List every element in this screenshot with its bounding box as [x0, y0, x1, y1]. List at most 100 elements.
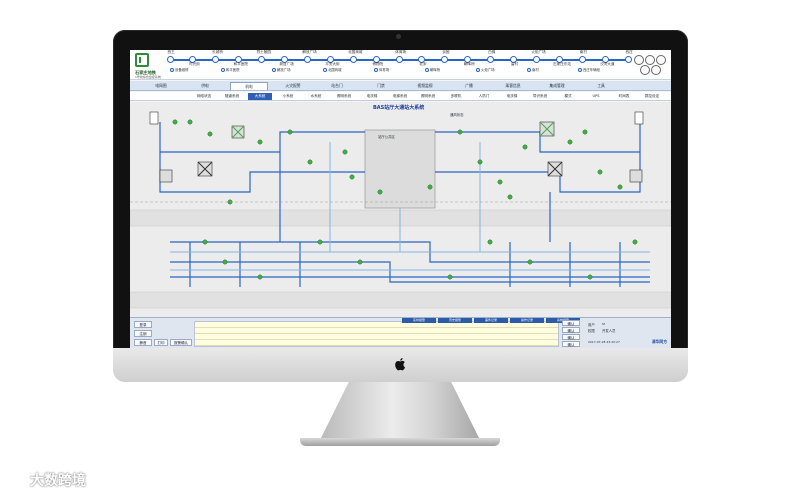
- station-marker[interactable]: [303, 56, 311, 63]
- valve-status-icon[interactable]: [567, 139, 573, 145]
- damper-icon[interactable]: [149, 111, 159, 125]
- nav-tab[interactable]: 乘客信息: [494, 82, 532, 90]
- row-confirm-button[interactable]: 确认: [562, 334, 580, 340]
- station-marker[interactable]: [258, 56, 266, 63]
- damper-icon[interactable]: [634, 111, 644, 125]
- subnav-tab[interactable]: 电扶梯: [500, 93, 524, 100]
- row-confirm-button[interactable]: 确认: [562, 320, 580, 326]
- top-bar: 石家庄地铁 1号线综合监控系统 西王 时光街 长城桥 和平医院 烈士陵园 新百广场 解放广场…: [130, 50, 671, 80]
- valve-status-icon[interactable]: [287, 129, 293, 135]
- legend-item: 西庄车辆段: [578, 67, 600, 72]
- valve-status-icon[interactable]: [527, 259, 533, 265]
- station-marker[interactable]: [349, 56, 357, 63]
- user-icon[interactable]: [640, 65, 650, 75]
- valve-status-icon[interactable]: [202, 239, 208, 245]
- valve-status-icon[interactable]: [172, 119, 178, 125]
- valve-status-icon[interactable]: [582, 129, 588, 135]
- fan-unit-icon[interactable]: [159, 169, 173, 183]
- alarm-tab[interactable]: 事件记录: [474, 318, 508, 323]
- nav-tab[interactable]: 机电: [230, 82, 268, 90]
- table-row[interactable]: [195, 340, 558, 346]
- subnav-tab[interactable]: 电梯系统: [388, 93, 412, 100]
- valve-status-icon[interactable]: [632, 239, 638, 245]
- valve-status-icon[interactable]: [257, 274, 263, 280]
- user-icon[interactable]: [656, 55, 666, 65]
- subnav-tab[interactable]: 时间表: [612, 93, 636, 100]
- alarm-tab[interactable]: 历史报警: [438, 318, 472, 323]
- nav-tab[interactable]: 集成管理: [538, 82, 576, 90]
- nav-tab[interactable]: 供电: [186, 82, 224, 90]
- station-marker[interactable]: [578, 56, 586, 63]
- subnav-tab[interactable]: 多联机: [444, 93, 468, 100]
- valve-status-icon[interactable]: [447, 274, 453, 280]
- subnav-tab[interactable]: 小系统: [276, 93, 300, 100]
- station-marker[interactable]: [624, 56, 632, 63]
- valve-status-icon[interactable]: [222, 259, 228, 265]
- nav-tab[interactable]: 站台门: [318, 82, 356, 90]
- nav-tab[interactable]: 视频监视: [406, 82, 444, 90]
- duct-band: [130, 291, 671, 309]
- valve-status-icon[interactable]: [477, 159, 483, 165]
- valve-status-icon[interactable]: [617, 184, 623, 190]
- valve-status-icon[interactable]: [457, 129, 463, 135]
- valve-status-icon[interactable]: [597, 169, 603, 175]
- subnav-tab[interactable]: 模式: [556, 93, 580, 100]
- login-button[interactable]: 登录: [134, 321, 152, 328]
- valve-status-icon[interactable]: [257, 139, 263, 145]
- valve-status-icon[interactable]: [507, 194, 513, 200]
- subnav-tab[interactable]: 人防门: [472, 93, 496, 100]
- subnav-tab[interactable]: 隧道系统: [220, 93, 244, 100]
- user-icon[interactable]: [645, 55, 655, 65]
- subnav-tab[interactable]: 网络状态: [192, 93, 216, 100]
- valve-status-icon[interactable]: [427, 184, 433, 190]
- station-marker[interactable]: [166, 56, 174, 63]
- nav-tab[interactable]: 门禁: [362, 82, 400, 90]
- user-icon[interactable]: [651, 65, 661, 75]
- station-marker[interactable]: [532, 56, 540, 63]
- valve-status-icon[interactable]: [307, 159, 313, 165]
- valve-status-icon[interactable]: [342, 149, 348, 155]
- alarm-tab[interactable]: 操作记录: [510, 318, 544, 323]
- valve-status-icon[interactable]: [377, 189, 383, 195]
- subnav-tab[interactable]: 大系统: [248, 93, 272, 100]
- alarm-tab[interactable]: 实时报警: [402, 318, 436, 323]
- nav-tab[interactable]: 电网图: [142, 82, 180, 90]
- row-confirm-button[interactable]: 确认: [562, 341, 580, 347]
- alarm-confirm-button[interactable]: 报警确认: [170, 339, 192, 346]
- row-confirm-button[interactable]: 确认: [562, 327, 580, 333]
- user-icon[interactable]: [634, 55, 644, 65]
- valve-status-icon[interactable]: [207, 131, 213, 137]
- subnav-tab[interactable]: UPS: [584, 93, 608, 100]
- valve-status-icon[interactable]: [349, 174, 355, 180]
- station-name: 西王: [167, 50, 175, 54]
- valve-status-icon[interactable]: [187, 119, 193, 125]
- station-marker[interactable]: [441, 56, 449, 63]
- valve-status-icon[interactable]: [487, 239, 493, 245]
- nav-tab[interactable]: 广播: [450, 82, 488, 90]
- mute-button[interactable]: 静音: [134, 339, 152, 346]
- subnav-tab[interactable]: 电扶梯: [360, 93, 384, 100]
- valve-status-icon[interactable]: [587, 274, 593, 280]
- subnav-tab[interactable]: 导识系统: [528, 93, 552, 100]
- nav-tab[interactable]: 火灾报警: [274, 82, 312, 90]
- logout-button[interactable]: 注销: [134, 330, 152, 337]
- valve-status-icon[interactable]: [522, 144, 528, 150]
- legend-dot-icon: [323, 68, 327, 72]
- print-button[interactable]: 打印: [154, 339, 168, 346]
- legend-item: 设备维修: [170, 67, 189, 72]
- center-box[interactable]: [364, 129, 436, 209]
- subnav-tab[interactable]: 群控设定: [640, 93, 664, 100]
- subnav-tab[interactable]: 水系统: [304, 93, 328, 100]
- subnav-tab[interactable]: 照明系统: [416, 93, 440, 100]
- nav-tab[interactable]: 工具: [582, 82, 620, 90]
- station-marker[interactable]: [487, 56, 495, 63]
- subnav-tab[interactable]: 照明系统: [332, 93, 356, 100]
- fan-unit-icon[interactable]: [629, 169, 643, 183]
- station-marker[interactable]: [395, 56, 403, 63]
- legend-item: 解放广场: [272, 67, 291, 72]
- valve-status-icon[interactable]: [497, 179, 503, 185]
- camera-icon: [396, 34, 401, 39]
- valve-status-icon[interactable]: [317, 239, 323, 245]
- valve-status-icon[interactable]: [357, 259, 363, 265]
- station-marker[interactable]: [212, 56, 220, 63]
